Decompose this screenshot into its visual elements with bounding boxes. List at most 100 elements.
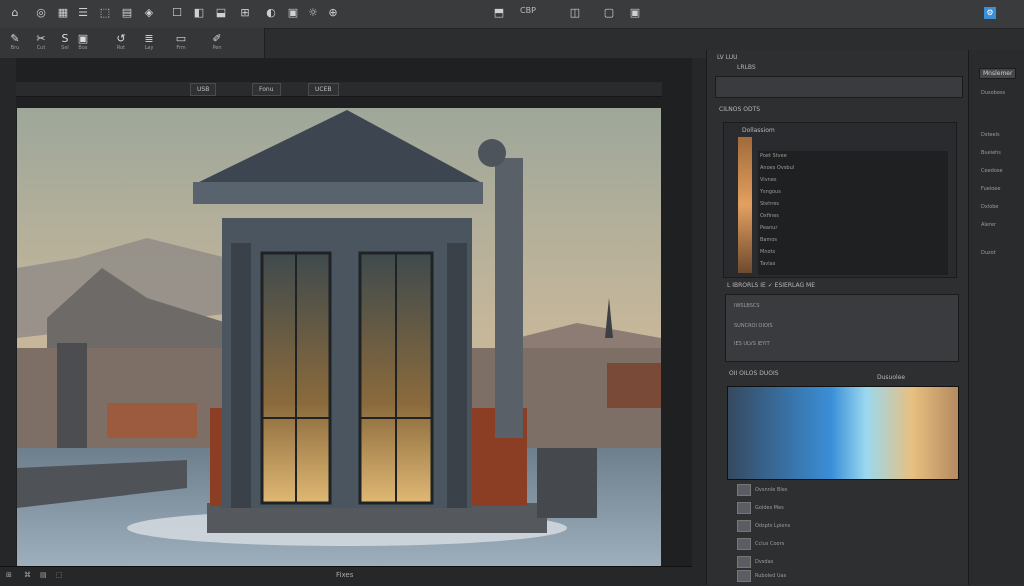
screen-icon[interactable]: ▣ — [626, 5, 644, 21]
pen-icon: ✐ — [212, 32, 222, 45]
diamond-icon[interactable]: ◈ — [140, 5, 158, 21]
square-icon[interactable]: ☐ — [168, 5, 186, 21]
table-icon[interactable]: ⊞ — [236, 5, 254, 21]
thumbnail[interactable] — [737, 556, 751, 568]
grid-icon[interactable]: ▦ — [54, 5, 72, 21]
menu-icon[interactable]: ☰ — [74, 5, 92, 21]
properties-panel: IWSLBSCS SUNCROI OIOIS IES ULVS IEYIT — [725, 294, 959, 362]
frame-icon[interactable]: ⬚ — [96, 5, 114, 21]
rotate-icon: ↺ — [116, 32, 126, 45]
sidebar-item[interactable]: Duzot — [981, 250, 996, 258]
status-list-icon[interactable]: ▤ — [40, 571, 47, 579]
box-icon: ▣ — [77, 32, 89, 45]
properties-title: L IBRORLS IE ✓ ESIERLAG ME — [727, 282, 815, 289]
select-icon: S — [61, 32, 69, 45]
thumbnail[interactable] — [737, 520, 751, 532]
list-item[interactable]: Tavlas — [760, 261, 775, 269]
layers-icon[interactable]: ▣ — [284, 5, 302, 21]
panel-divider[interactable] — [692, 58, 706, 585]
tab-uceb[interactable]: UCEB — [308, 83, 339, 96]
tool-label: Box — [78, 45, 88, 51]
list-icon[interactable]: ▤ — [118, 5, 136, 21]
gradient-preview[interactable] — [727, 386, 959, 480]
tab-fonu[interactable]: Fonu — [252, 83, 281, 96]
property-row[interactable]: SUNCROI OIOIS — [734, 323, 773, 331]
tool-label: Lay — [144, 45, 154, 51]
list-item[interactable]: Oxfines — [760, 213, 779, 221]
thumbnail[interactable] — [737, 484, 751, 496]
layers-panel: Dollassiom Poet Stvee Anoes Ovsbul Vivne… — [723, 122, 957, 278]
list-item[interactable]: Anoes Ovsbul — [760, 165, 794, 173]
thumbnail[interactable] — [737, 538, 751, 550]
list-item[interactable]: Odspts Lpiens — [755, 523, 790, 531]
panel-header: LV LUU — [717, 54, 738, 61]
list-item[interactable]: Goldes Mes — [755, 505, 784, 513]
section-subtitle: CILNOS ODTS — [719, 106, 761, 113]
list-item[interactable]: Ovsnnle Bles — [755, 487, 787, 495]
brightness-icon[interactable]: ☼ — [304, 5, 322, 21]
list-item[interactable]: Stehres — [760, 201, 779, 209]
contrast-icon[interactable]: ◐ — [262, 5, 280, 21]
panel-icon[interactable]: ⬓ — [212, 5, 230, 21]
image-canvas[interactable] — [17, 108, 661, 568]
list-item[interactable]: Dvsdas — [755, 559, 773, 567]
add-icon[interactable]: ⊕ — [324, 5, 342, 21]
tool-pen[interactable]: ✐ Pen — [204, 32, 230, 54]
property-row[interactable]: IWSLBSCS — [734, 303, 760, 311]
list-item[interactable]: Peanur — [760, 225, 777, 233]
sidebar-item[interactable]: Alerer — [981, 222, 996, 230]
thumbnail[interactable] — [737, 502, 751, 514]
property-row[interactable]: IES ULVS IEYIT — [734, 341, 770, 349]
settings-icon[interactable]: ⚙ — [984, 7, 996, 19]
list-item[interactable]: Vivnes — [760, 177, 777, 185]
tool-rotate[interactable]: ↺ Rot — [108, 32, 134, 54]
left-tool-strip — [0, 58, 16, 585]
list-item[interactable]: Poet Stvee — [760, 153, 787, 161]
status-command-icon[interactable]: ⌘ — [24, 571, 31, 579]
tool-cut[interactable]: ✂ Cut — [28, 32, 54, 54]
gradient-label: Dusuolee — [877, 374, 906, 381]
right-panel: LV LUU LRLBS CILNOS ODTS Dollassiom Poet… — [706, 50, 969, 585]
status-bar: ⊞ ⌘ ▤ ⬚ Fixes — [0, 566, 700, 586]
section-title: LRLBS — [737, 64, 756, 71]
list-item[interactable]: Ruboled Uas — [755, 573, 786, 581]
home-icon[interactable]: ⌂ — [6, 5, 24, 21]
split-icon[interactable]: ◧ — [190, 5, 208, 21]
sidebar-item[interactable]: Ceedose — [981, 168, 1003, 176]
tool-label: Frm — [176, 45, 186, 51]
canvas-artwork — [17, 108, 661, 568]
scissors-icon: ✂ — [36, 32, 46, 45]
top-menu-bar: ⌂ ◎ ▦ ☰ ⬚ ▤ ◈ ☐ ◧ ⬓ ⊞ ◐ ▣ ☼ ⊕ CBP ⬒ ◫ ▢ … — [0, 0, 1024, 29]
status-grid-icon[interactable]: ⊞ — [6, 571, 12, 579]
workspace-label: CBP — [520, 6, 536, 15]
box-icon[interactable]: ▢ — [600, 5, 618, 21]
sidebar-item[interactable]: Dusobess — [981, 90, 1005, 98]
frame-icon: ▭ — [175, 32, 187, 45]
tool-brush[interactable]: ✎ Bru — [2, 32, 28, 54]
sidebar-item[interactable]: Bueiehs — [981, 150, 1001, 158]
section-block — [715, 76, 963, 98]
gradient-title: OII OILOS DUOIS — [729, 370, 779, 377]
sidebar-item[interactable]: Fueioee — [981, 186, 1000, 194]
list-item[interactable]: Ysngous — [760, 189, 781, 197]
window-icon[interactable]: ⬒ — [490, 5, 508, 21]
sidebar-item[interactable]: Dsteels — [981, 132, 1000, 140]
list-item[interactable]: Bamos — [760, 237, 777, 245]
target-icon[interactable]: ◎ — [32, 5, 50, 21]
tool-layers[interactable]: ≣ Lay — [136, 32, 162, 54]
tool-label: Rot — [116, 45, 126, 51]
list-item[interactable]: Cclus Coors — [755, 541, 784, 549]
list-item[interactable]: Mnots — [760, 249, 775, 257]
tool-frame[interactable]: ▭ Frm — [168, 32, 194, 54]
tool-label: Pen — [212, 45, 222, 51]
status-frame-icon[interactable]: ⬚ — [56, 571, 63, 579]
document-tab-bar: USB Fonu UCEB — [16, 82, 662, 97]
thumbnail[interactable] — [737, 570, 751, 582]
sidebar-tab[interactable]: Mnslemer — [979, 68, 1017, 79]
tab-usb[interactable]: USB — [190, 83, 217, 96]
layer-preview — [738, 137, 752, 273]
compare-icon[interactable]: ◫ — [566, 5, 584, 21]
brush-icon: ✎ — [10, 32, 20, 45]
tool-box[interactable]: ▣ Box — [70, 32, 96, 54]
sidebar-item[interactable]: Dxlobe — [981, 204, 999, 212]
